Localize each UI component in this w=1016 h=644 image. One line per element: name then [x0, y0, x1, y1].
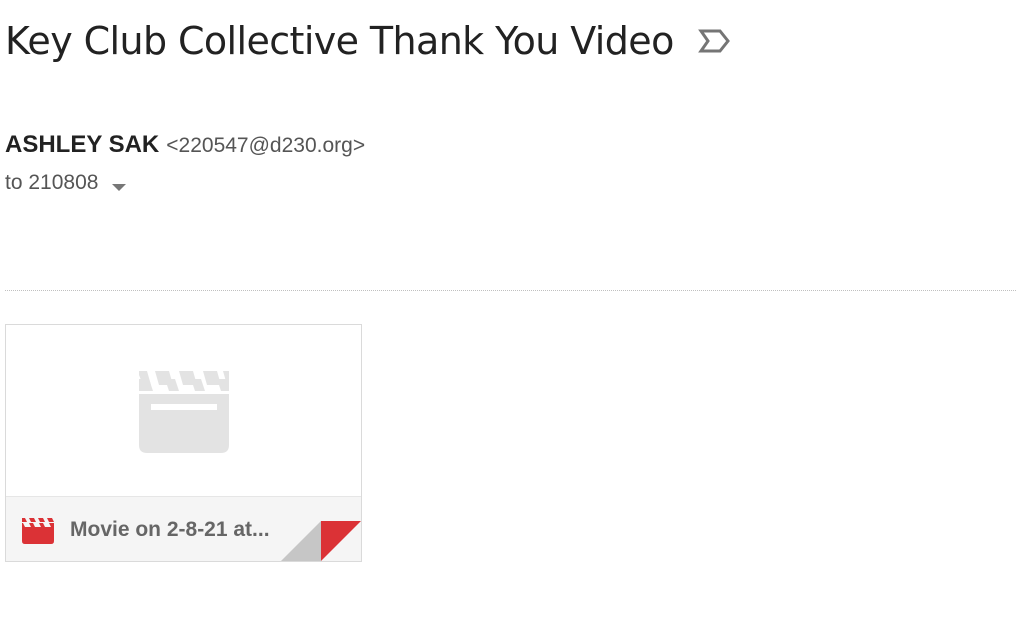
message-divider: [5, 290, 1016, 291]
attachment-corner-fold-icon: [281, 521, 361, 561]
sender-email: <220547@d230.org>: [166, 134, 366, 157]
subject-row: Key Club Collective Thank You Video: [5, 14, 732, 68]
sender-name: ASHLEY SAK: [5, 131, 160, 158]
recipient-label: to 210808: [5, 171, 99, 194]
recipient-details-toggle[interactable]: to 210808: [5, 171, 127, 195]
chevron-down-icon[interactable]: [112, 179, 127, 191]
importance-marker-icon[interactable]: [697, 28, 732, 54]
video-clapperboard-icon: [22, 518, 54, 544]
attachment-filename: Movie on 2-8-21 at...: [70, 518, 270, 541]
video-clapperboard-icon: [139, 371, 229, 453]
attachment-card[interactable]: Movie on 2-8-21 at...: [5, 324, 362, 562]
attachment-preview[interactable]: [6, 325, 361, 496]
sender-row: ASHLEY SAK <220547@d230.org>: [5, 131, 365, 159]
email-subject: Key Club Collective Thank You Video: [5, 19, 674, 63]
